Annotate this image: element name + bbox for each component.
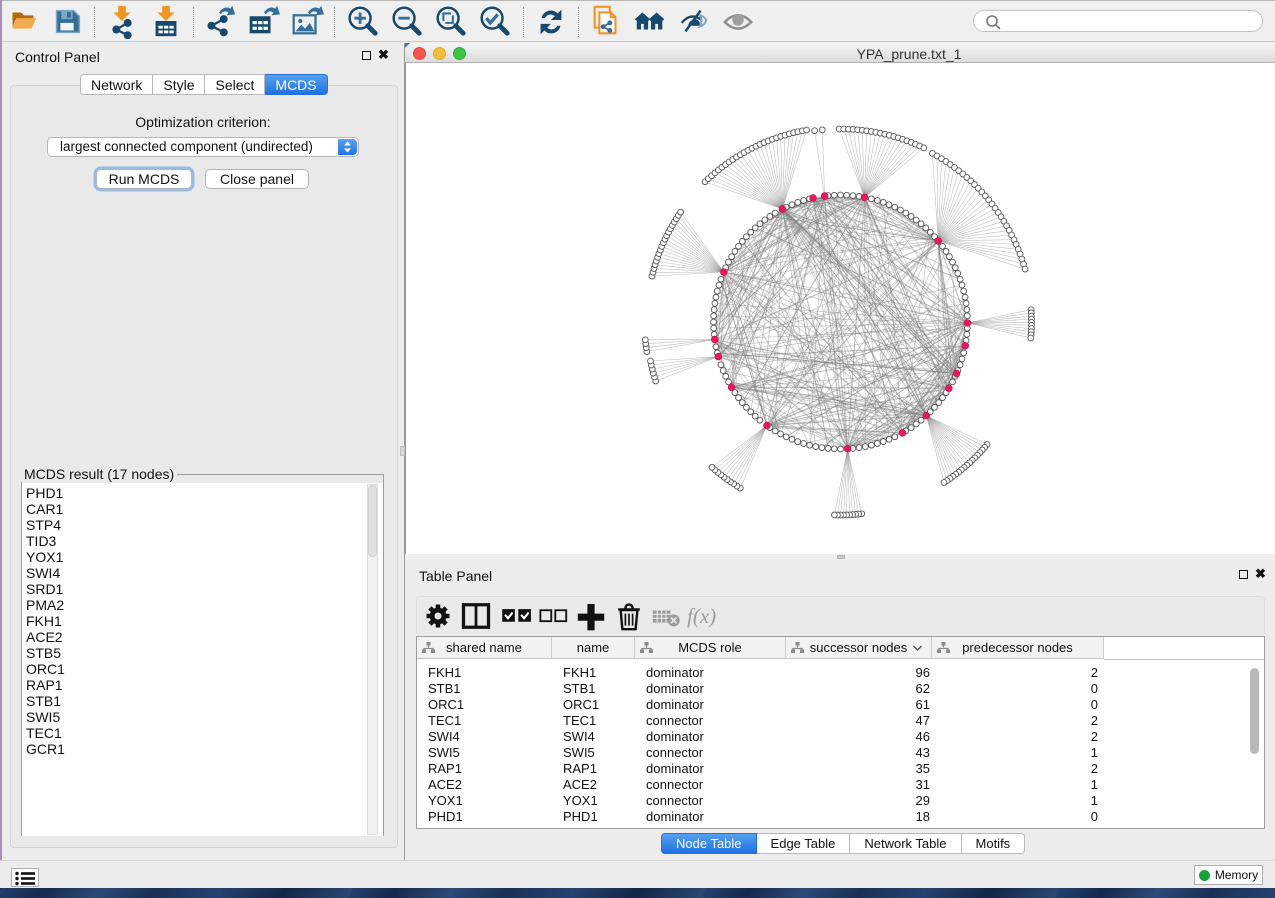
svg-text:f(x): f(x) xyxy=(687,604,716,628)
